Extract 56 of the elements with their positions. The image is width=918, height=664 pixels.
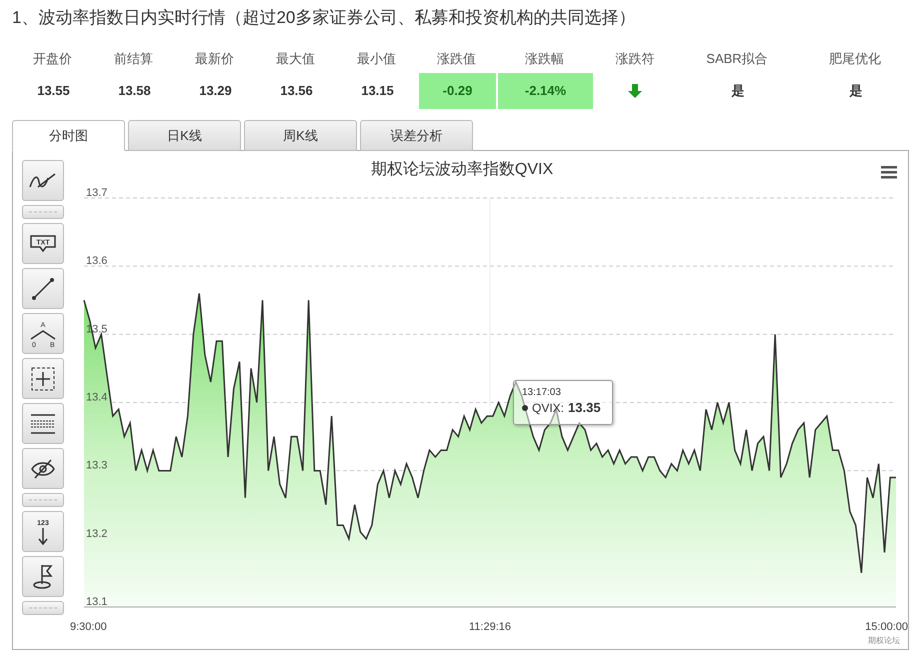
axis-label: 13.7 [86, 187, 108, 199]
stat-value: 13.29 [198, 82, 233, 100]
stat-label: 最小值 [357, 50, 396, 68]
stat-label: 肥尾优化 [829, 50, 881, 68]
dashes-icon [29, 499, 57, 501]
stat-label: 涨跌符 [616, 50, 654, 68]
stat-value: 是 [848, 82, 864, 100]
stat-label: 开盘价 [33, 50, 72, 68]
tab[interactable]: 分时图 [12, 120, 125, 151]
tool-button[interactable] [22, 268, 64, 309]
axis-label: 13.2 [86, 528, 108, 540]
tab[interactable]: 误差分析 [360, 120, 473, 151]
tool-button[interactable] [22, 160, 64, 201]
tool-button[interactable] [22, 448, 64, 489]
move-icon [30, 366, 56, 392]
axis-label: 13.4 [86, 392, 108, 404]
dashes-icon [29, 607, 57, 609]
tool-button[interactable] [22, 556, 64, 597]
line-icon [31, 276, 55, 300]
tool-button[interactable] [22, 358, 64, 399]
stat-label: 涨跌幅 [525, 50, 564, 68]
stat-label: 前结算 [114, 50, 153, 68]
stat-label: 涨跌值 [437, 50, 476, 68]
chart-title: 期权论坛波动率指数QVIX [370, 161, 554, 178]
tool-button[interactable] [22, 403, 64, 444]
dashes-icon [29, 211, 57, 213]
stat-label: SABR拟合 [706, 50, 768, 68]
axis-label: 13.6 [86, 255, 108, 268]
tab[interactable]: 周K线 [244, 120, 357, 151]
stat-value: 13.58 [117, 82, 152, 100]
stat-value: 是 [730, 82, 746, 100]
axis-label: 9:30:00 [70, 621, 107, 633]
menu-icon[interactable] [881, 166, 897, 178]
stat-value: 13.56 [279, 82, 314, 100]
down-arrow-icon [627, 83, 643, 99]
hidden-eye-icon [30, 458, 56, 480]
stat-label: 最新价 [195, 50, 234, 68]
tab[interactable]: 日K线 [128, 120, 241, 151]
horizontal-lines-icon [30, 412, 56, 434]
axis-label: 15:00:00 [865, 621, 908, 633]
flag-icon [31, 562, 55, 590]
stat-value: 13.55 [36, 82, 71, 100]
tooltip-value: 13.35 [568, 400, 601, 415]
stat-value: -2.14% [498, 73, 593, 109]
dot-icon [522, 404, 528, 410]
trend-lines-icon [29, 172, 57, 190]
chart-credit: 期权论坛 [868, 636, 900, 645]
stat-value: 13.15 [360, 82, 395, 100]
section-heading: 1、波动率指数日内实时行情（超过20多家证券公司、私募和投资机构的共同选择） [12, 7, 636, 29]
axis-label: 11:29:16 [469, 621, 511, 633]
axis-label: 13.3 [86, 460, 108, 472]
stat-value: -0.29 [419, 73, 496, 109]
axis-label: 13.1 [86, 596, 108, 608]
tooltip-time: 13:17:03 [522, 387, 562, 398]
tooltip-series: QVIX: [532, 400, 564, 414]
stat-label: 最大值 [276, 50, 315, 68]
